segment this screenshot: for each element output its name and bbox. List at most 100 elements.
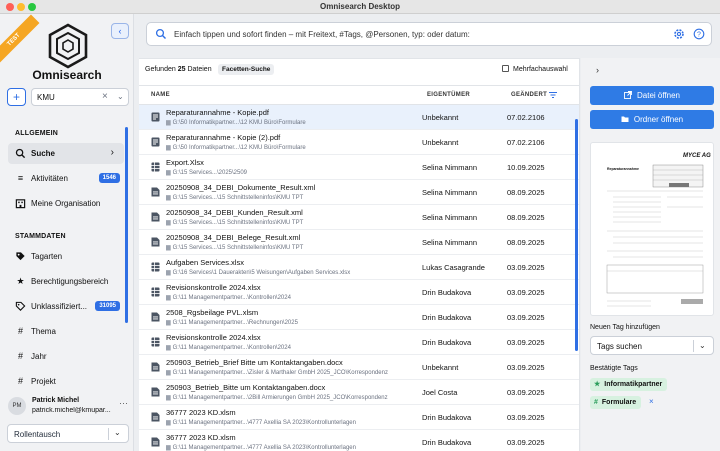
search-icon: [155, 28, 166, 39]
sidebar-item-thema[interactable]: # Thema: [8, 321, 124, 342]
table-row[interactable]: Revisionskontrolle 2024.xlsx ▆ G:\11 Manag…: [139, 280, 579, 305]
sidebar-item-label: Meine Organisation: [31, 199, 101, 208]
collapse-sidebar-button[interactable]: ‹: [111, 23, 129, 39]
file-path: ▆ G:\11 Managementpartner...\Zisler & Mar…: [166, 369, 401, 376]
file-path: ▆ G:\11 Managementpartner...\Kontrollen\2…: [166, 294, 401, 301]
spreadsheet-file-icon: [151, 262, 160, 272]
table-row[interactable]: 20250908_34_DEBI_Dokumente_Result.xml ▆ G:…: [139, 180, 579, 205]
file-modified-date: 07.02.2106: [507, 113, 545, 122]
chevron-down-icon[interactable]: ⌄: [117, 92, 124, 101]
file-name: 36777 2023 KD.xlsm: [166, 433, 236, 442]
column-header-date[interactable]: GEÄNDERT: [511, 92, 547, 98]
sort-icon[interactable]: [549, 91, 557, 99]
table-row[interactable]: 36777 2023 KD.xlsm ▆ G:\11 Managementpartn…: [139, 405, 579, 430]
sidebar-item-aktivitaeten[interactable]: ≡ Aktivitäten 1546: [8, 168, 124, 189]
clear-scope-icon[interactable]: ×: [102, 91, 108, 102]
sidebar-item-berechtigungsbereich[interactable]: ★ Berechtigungsbereich: [8, 271, 124, 292]
file-name: 250903_Betrieb_Bitte um Kontaktangaben.d…: [166, 383, 326, 392]
file-path-text: G:\11 Managementpartner...\Zisler & Mart…: [172, 370, 388, 376]
search-input[interactable]: Einfach tippen und sofort finden – mit F…: [174, 30, 470, 39]
file-path: ▆ G:\50 Informatikpartner...\12 KMU Büro\…: [166, 144, 401, 151]
file-modified-date: 03.09.2025: [507, 413, 545, 422]
test-ribbon: TEST: [0, 14, 40, 66]
collapse-details-icon[interactable]: ›: [596, 65, 599, 75]
file-name: Revisionskontrolle 2024.xlsx: [166, 283, 261, 292]
table-row[interactable]: 250903_Betrieb_Brief Bitte um Kontaktang…: [139, 355, 579, 380]
sidebar-item-jahr[interactable]: # Jahr: [8, 346, 124, 367]
file-owner: Lukas Casagrande: [422, 263, 485, 272]
sidebar-item-label: Aktivitäten: [31, 174, 68, 183]
table-row[interactable]: Reparaturannahme - Kopie (2).pdf ▆ G:\50 I…: [139, 130, 579, 155]
chevron-down-icon: ⌄: [114, 428, 121, 437]
hash-icon: #: [17, 376, 23, 386]
table-row[interactable]: Export.Xlsx ▆ G:\15 Services...\2025\2509 S…: [139, 155, 579, 180]
column-header-name[interactable]: NAME: [151, 92, 170, 98]
sidebar-item-label: Projekt: [31, 377, 56, 386]
file-path-text: G:\11 Managementpartner...\2Bill Armieru…: [172, 395, 388, 401]
open-file-button[interactable]: Datei öffnen: [590, 86, 714, 105]
file-path: ▆ G:\11 Managementpartner...\4777 Axellia…: [166, 444, 401, 451]
chevron-down-icon[interactable]: ⌄: [699, 341, 706, 350]
document-file-icon: [151, 437, 160, 447]
sidebar-item-meine-organisation[interactable]: Meine Organisation: [8, 193, 124, 214]
sidebar-item-suche[interactable]: Suche ›: [8, 143, 124, 164]
table-row[interactable]: 2508_Rgsbeilage PVL.xlsm ▆ G:\11 Managemen…: [139, 305, 579, 330]
document-file-icon: [151, 237, 160, 247]
sidebar-item-tagarten[interactable]: Tagarten: [8, 246, 124, 267]
multi-select-checkbox[interactable]: [502, 65, 509, 72]
tag-search-select[interactable]: Tags suchen ⌄: [590, 336, 714, 355]
result-count: Gefunden 25 Dateien: [145, 66, 212, 73]
sidebar-item-unklassifiziert[interactable]: Unklassifiziert... 31095: [8, 296, 124, 317]
multi-select-label: Mehrfachauswahl: [513, 66, 568, 73]
window-title: Omnisearch Desktop: [319, 2, 401, 11]
file-name: 2508_Rgsbeilage PVL.xlsm: [166, 308, 259, 317]
file-path-text: G:\15 Services...\15 Schnittstelleninfos…: [172, 195, 304, 201]
multi-select-toggle[interactable]: Mehrfachauswahl: [502, 65, 568, 73]
folder-icon: ▆: [166, 320, 171, 326]
file-path: ▆ G:\11 Managementpartner...\4777 Axellia…: [166, 419, 401, 426]
table-row[interactable]: Reparaturannahme - Kopie.pdf ▆ G:\50 Infor…: [139, 105, 579, 130]
sidebar-scrollbar[interactable]: [125, 127, 128, 323]
user-profile[interactable]: PM Patrick Michel patrick.michel@kmupar.…: [8, 394, 128, 418]
folder-icon: ▆: [166, 245, 171, 251]
table-header: NAME EIGENTÜMER GEÄNDERT: [139, 85, 579, 105]
facet-search-button[interactable]: Facetten-Suche: [218, 64, 275, 75]
column-header-owner[interactable]: EIGENTÜMER: [427, 92, 470, 98]
table-row[interactable]: 250903_Betrieb_Bitte um Kontaktangaben.d…: [139, 380, 579, 405]
file-name: 36777 2023 KD.xlsm: [166, 408, 236, 417]
help-icon[interactable]: ?: [693, 28, 705, 40]
table-row[interactable]: 36777 2023 KD.xlsm ▆ G:\11 Managementpartn…: [139, 430, 579, 451]
file-modified-date: 08.09.2025: [507, 238, 545, 247]
remove-tag-icon[interactable]: ×: [649, 397, 654, 406]
role-switch-select[interactable]: Rollentausch ⌄: [7, 424, 129, 443]
file-path-text: G:\50 Informatikpartner...\12 KMU Büro\F…: [172, 145, 306, 151]
table-row[interactable]: Revisionskontrolle 2024.xlsx ▆ G:\11 Manag…: [139, 330, 579, 355]
file-path: ▆ G:\15 Services...\15 Schnittstelleninfo…: [166, 194, 401, 201]
table-row[interactable]: 20250908_34_DEBI_Belege_Result.xml ▆ G:\15…: [139, 230, 579, 255]
preview-heading: Reparaturannahme: [607, 167, 639, 171]
scope-select[interactable]: KMU × ⌄: [31, 88, 129, 106]
table-row[interactable]: 20250908_34_DEBI_Kunden_Result.xml ▆ G:\15…: [139, 205, 579, 230]
open-folder-button[interactable]: Ordner öffnen: [590, 110, 714, 129]
pdf-file-icon: [151, 137, 160, 147]
hash-icon: #: [17, 351, 23, 361]
table-row[interactable]: Aufgaben Services.xlsx ▆ G:\16 Services\1 …: [139, 255, 579, 280]
tag-chip[interactable]: ★ Informatikpartner: [590, 378, 668, 391]
folder-icon: ▆: [166, 270, 171, 276]
document-preview[interactable]: MYCE AG Reparaturannahme: [590, 142, 714, 316]
file-path-text: G:\11 Managementpartner...\4777 Axellia …: [172, 420, 356, 426]
folder-icon: ▆: [166, 370, 171, 376]
more-options-icon[interactable]: ···: [119, 398, 128, 408]
file-path-text: G:\16 Services\1 Dauerakten\5 Weisungen\…: [172, 270, 351, 276]
folder-icon: ▆: [166, 445, 171, 451]
search-icon: [15, 148, 26, 159]
add-button[interactable]: +: [7, 88, 26, 106]
gear-icon[interactable]: [673, 28, 685, 40]
document-file-icon: [151, 187, 160, 197]
search-bar[interactable]: Einfach tippen und sofort finden – mit F…: [146, 22, 712, 46]
organization-icon: [15, 199, 26, 209]
sidebar-item-projekt[interactable]: # Projekt: [8, 371, 124, 392]
tag-chip[interactable]: # Formulare: [590, 396, 642, 409]
tag-search-input[interactable]: Tags suchen: [597, 342, 642, 351]
results-scrollbar[interactable]: [575, 119, 578, 351]
